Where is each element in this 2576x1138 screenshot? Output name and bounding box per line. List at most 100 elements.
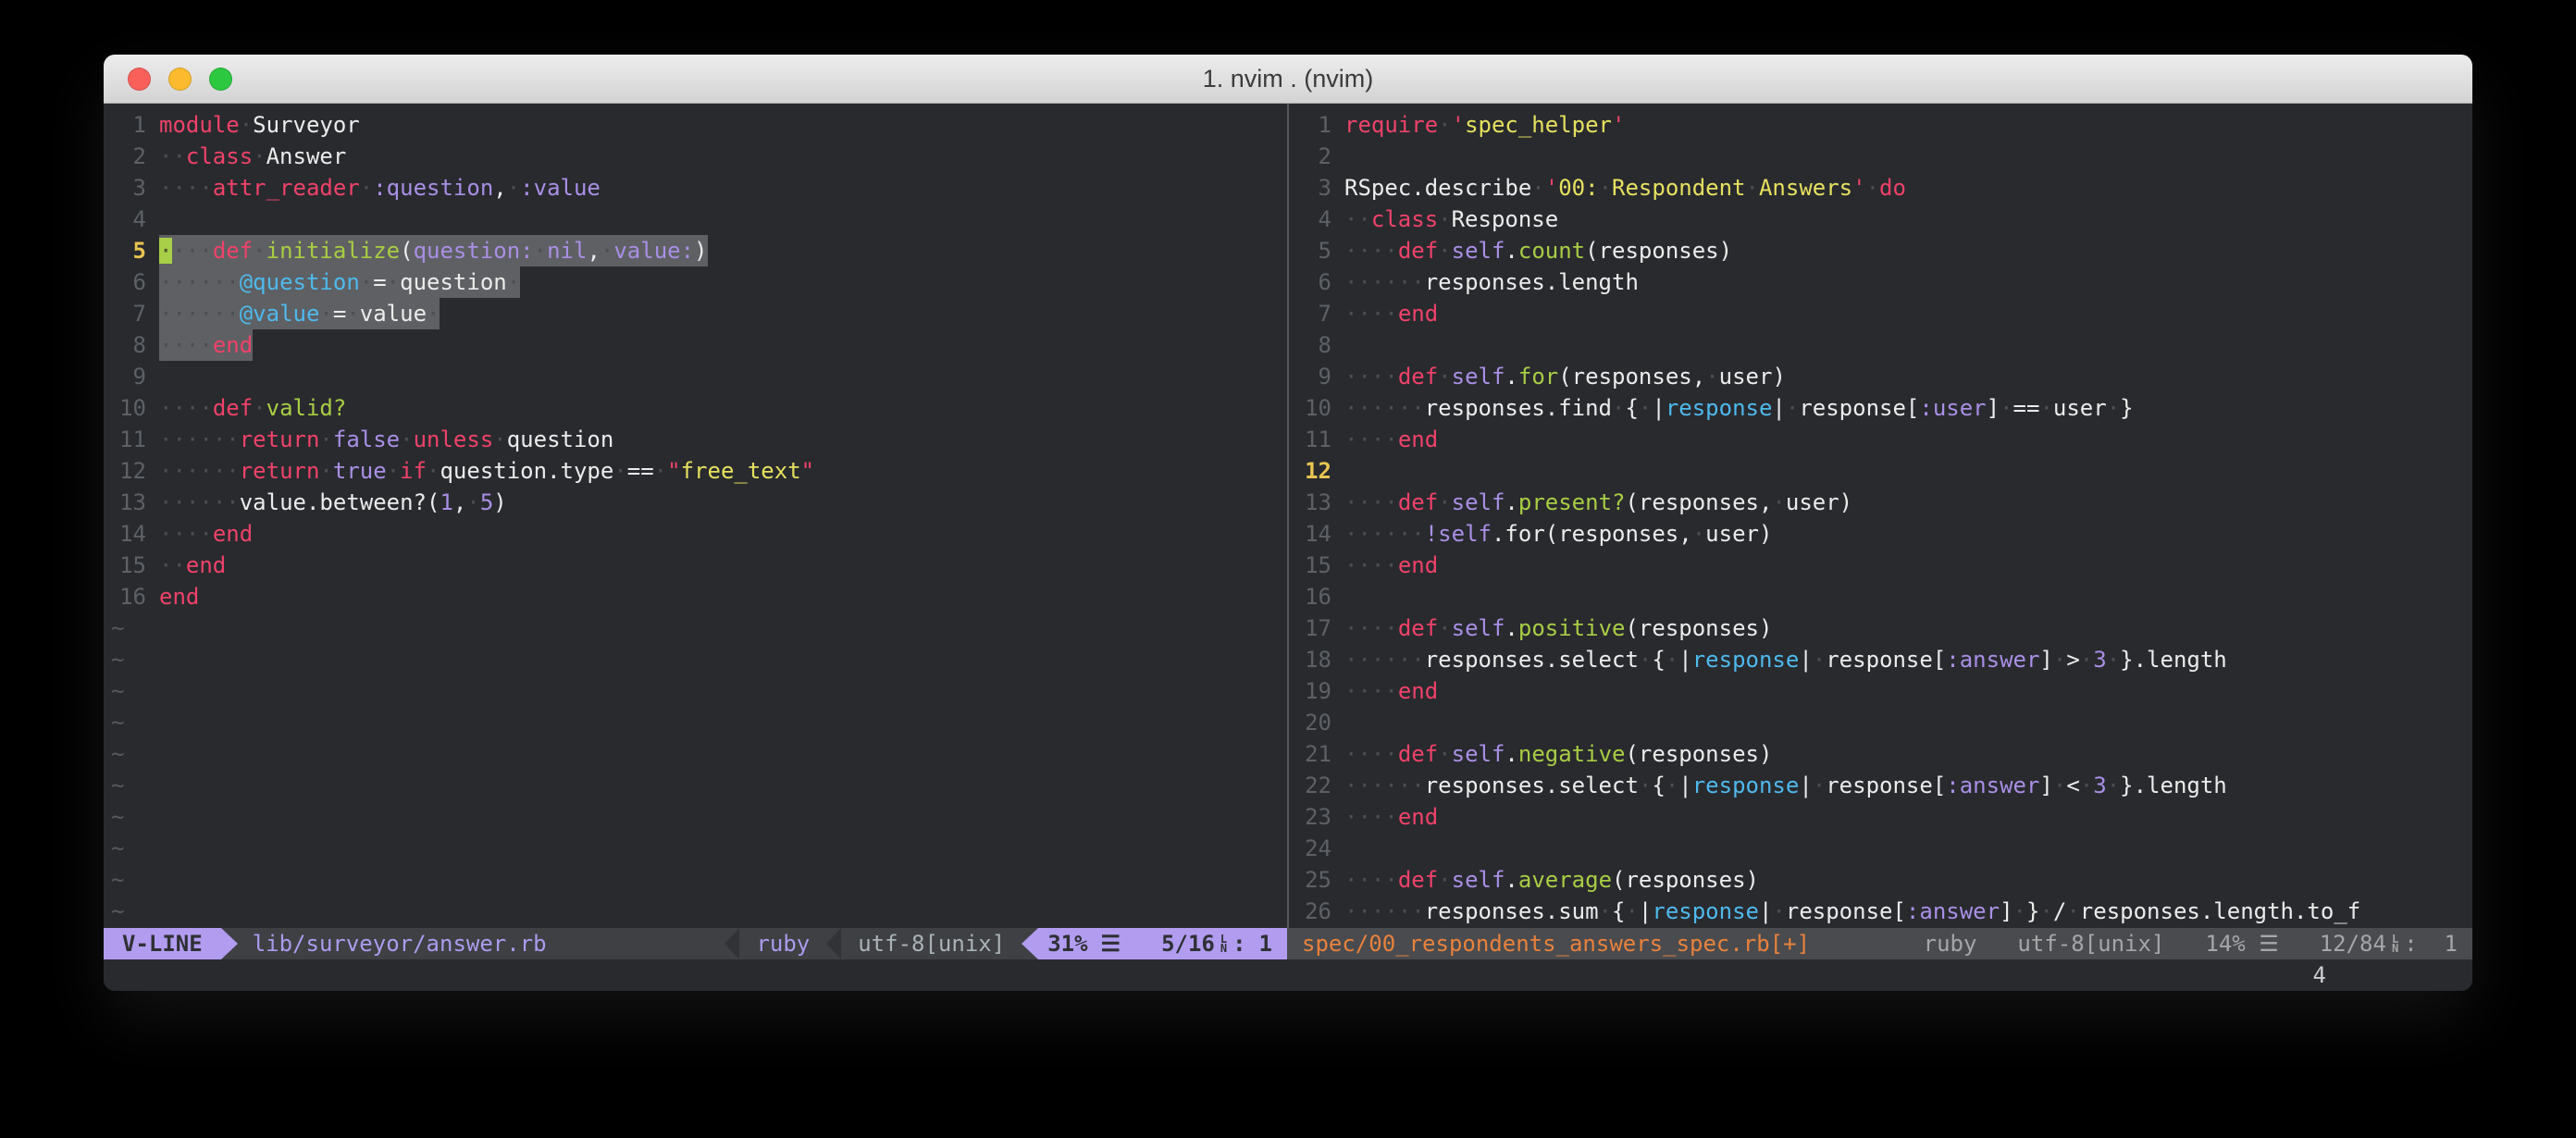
line-number: 4 bbox=[104, 204, 146, 235]
active-statusline: V-LINE lib/surveyor/answer.rb ruby utf-8… bbox=[104, 928, 1287, 959]
traffic-lights bbox=[128, 55, 232, 103]
filler-line: ~ bbox=[104, 801, 1287, 833]
code-line[interactable]: 8 bbox=[1289, 329, 2472, 361]
pending-command-count: 4 bbox=[2313, 962, 2326, 988]
column-number: 1 bbox=[1259, 928, 1272, 959]
code-line[interactable]: 9 bbox=[104, 361, 1287, 392]
tilde-marker: ~ bbox=[111, 864, 124, 896]
line-number: 22 bbox=[1289, 770, 1331, 801]
line-number: 13 bbox=[104, 487, 146, 518]
line-number: 1 bbox=[1289, 109, 1331, 141]
code-line[interactable]: 20 bbox=[1289, 707, 2472, 738]
line-number: 14 bbox=[104, 518, 146, 550]
code-line[interactable]: 3RSpec.describe·'00:·Respondent·Answers'… bbox=[1289, 172, 2472, 204]
filetype-label: ruby bbox=[739, 928, 826, 959]
code-line[interactable]: 15····end bbox=[1289, 550, 2472, 581]
zoom-button[interactable] bbox=[209, 68, 232, 91]
line-number: 4 bbox=[1289, 204, 1331, 235]
code-line[interactable]: 18······responses.select·{·|response|·re… bbox=[1289, 644, 2472, 675]
code-line[interactable]: 16end bbox=[104, 581, 1287, 612]
line-number: 26 bbox=[1289, 896, 1331, 927]
colon-separator: : bbox=[1232, 928, 1245, 959]
line-number: 12 bbox=[1289, 455, 1331, 487]
tilde-marker: ~ bbox=[111, 612, 124, 644]
code-line[interactable]: 23····end bbox=[1289, 801, 2472, 833]
code-line[interactable]: 14····end bbox=[104, 518, 1287, 550]
code-line[interactable]: 14······!self.for(responses,·user) bbox=[1289, 518, 2472, 550]
code-line[interactable]: 3····attr_reader·:question,·:value bbox=[104, 172, 1287, 204]
tilde-marker: ~ bbox=[111, 675, 124, 707]
line-number: 9 bbox=[104, 361, 146, 392]
line-number: 2 bbox=[1289, 141, 1331, 172]
code-line[interactable]: 13······value.between?(1,·5) bbox=[104, 487, 1287, 518]
code-line[interactable]: 12······return·true·if·question.type·==·… bbox=[104, 455, 1287, 487]
minimize-button[interactable] bbox=[168, 68, 192, 91]
code-line[interactable]: 19····end bbox=[1289, 675, 2472, 707]
scroll-percent: 14% bbox=[2205, 928, 2245, 959]
code-line[interactable]: 25····def·self.average(responses) bbox=[1289, 864, 2472, 896]
code-line[interactable]: 10····def·valid? bbox=[104, 392, 1287, 424]
title-bar[interactable]: 1. nvim . (nvim) bbox=[104, 55, 2472, 104]
line-number: 9 bbox=[1289, 361, 1331, 392]
code-line[interactable]: 2 bbox=[1289, 141, 2472, 172]
code-line[interactable]: 11····end bbox=[1289, 424, 2472, 455]
scrollbar-icon: ☰ bbox=[2259, 928, 2279, 959]
code-line[interactable]: 4 bbox=[104, 204, 1287, 235]
code-line[interactable]: 17····def·self.positive(responses) bbox=[1289, 612, 2472, 644]
code-line[interactable]: 7······@value·=·value· bbox=[104, 298, 1287, 329]
scrollbar-icon: ☰ bbox=[1101, 928, 1121, 959]
line-number: 11 bbox=[104, 424, 146, 455]
visual-selection: ······@question·=·question· bbox=[159, 266, 520, 298]
code-line[interactable]: 15··end bbox=[104, 550, 1287, 581]
line-number: 2 bbox=[104, 141, 146, 172]
right-editor-pane[interactable]: 1require·'spec_helper'23RSpec.describe·'… bbox=[1289, 104, 2472, 928]
line-number: 15 bbox=[1289, 550, 1331, 581]
code-line[interactable]: 16 bbox=[1289, 581, 2472, 612]
code-line[interactable]: 4··class·Response bbox=[1289, 204, 2472, 235]
line-number: 19 bbox=[1289, 675, 1331, 707]
code-line[interactable]: 24 bbox=[1289, 833, 2472, 864]
command-line[interactable]: 4 bbox=[104, 959, 2472, 991]
code-line[interactable]: 10······responses.find·{·|response|·resp… bbox=[1289, 392, 2472, 424]
inactive-statusline: spec/00_respondents_answers_spec.rb[+] r… bbox=[1287, 928, 2472, 959]
encoding-label: utf-8[unix] bbox=[841, 928, 1022, 959]
left-editor-pane[interactable]: 1module·Surveyor2··class·Answer3····attr… bbox=[104, 104, 1287, 928]
window-title: 1. nvim . (nvim) bbox=[1203, 65, 1374, 93]
code-line[interactable]: 6······@question·=·question· bbox=[104, 266, 1287, 298]
colon-separator: : bbox=[2404, 928, 2417, 959]
line-number: 16 bbox=[104, 581, 146, 612]
code-line[interactable]: 5····def·self.count(responses) bbox=[1289, 235, 2472, 266]
code-line[interactable]: 26······responses.sum·{·|response|·respo… bbox=[1289, 896, 2472, 927]
line-number: 12 bbox=[104, 455, 146, 487]
cursor-position-segment: 12/84 LN : 1 bbox=[2320, 928, 2458, 959]
cursor-position: 5/16 bbox=[1161, 928, 1215, 959]
cursor-block: · bbox=[159, 238, 172, 264]
terminal-window: 1. nvim . (nvim) 1module·Surveyor2··clas… bbox=[104, 55, 2472, 991]
line-number: 6 bbox=[1289, 266, 1331, 298]
code-line[interactable]: 1require·'spec_helper' bbox=[1289, 109, 2472, 141]
code-line[interactable]: 6······responses.length bbox=[1289, 266, 2472, 298]
code-line[interactable]: 7····end bbox=[1289, 298, 2472, 329]
code-line[interactable]: 9····def·self.for(responses,·user) bbox=[1289, 361, 2472, 392]
code-line[interactable]: 21····def·self.negative(responses) bbox=[1289, 738, 2472, 770]
filetype-label: ruby bbox=[1924, 928, 1977, 959]
powerline-arrow-icon bbox=[221, 928, 238, 959]
line-number: 23 bbox=[1289, 801, 1331, 833]
line-number: 20 bbox=[1289, 707, 1331, 738]
code-line[interactable]: 1module·Surveyor bbox=[104, 109, 1287, 141]
code-line[interactable]: 22······responses.select·{·|response|·re… bbox=[1289, 770, 2472, 801]
code-line[interactable]: 5····def·initialize(question:·nil,·value… bbox=[104, 235, 1287, 266]
code-line[interactable]: 11······return·false·unless·question bbox=[104, 424, 1287, 455]
close-button[interactable] bbox=[128, 68, 151, 91]
code-line[interactable]: 2··class·Answer bbox=[104, 141, 1287, 172]
statusline-row: V-LINE lib/surveyor/answer.rb ruby utf-8… bbox=[104, 928, 2472, 959]
line-number-icon: LN bbox=[1220, 934, 1227, 953]
tilde-marker: ~ bbox=[111, 738, 124, 770]
line-number: 1 bbox=[104, 109, 146, 141]
line-number: 25 bbox=[1289, 864, 1331, 896]
code-line[interactable]: 8····end bbox=[104, 329, 1287, 361]
line-number: 7 bbox=[1289, 298, 1331, 329]
code-line[interactable]: 12 bbox=[1289, 455, 2472, 487]
line-number: 5 bbox=[1289, 235, 1331, 266]
code-line[interactable]: 13····def·self.present?(responses,·user) bbox=[1289, 487, 2472, 518]
